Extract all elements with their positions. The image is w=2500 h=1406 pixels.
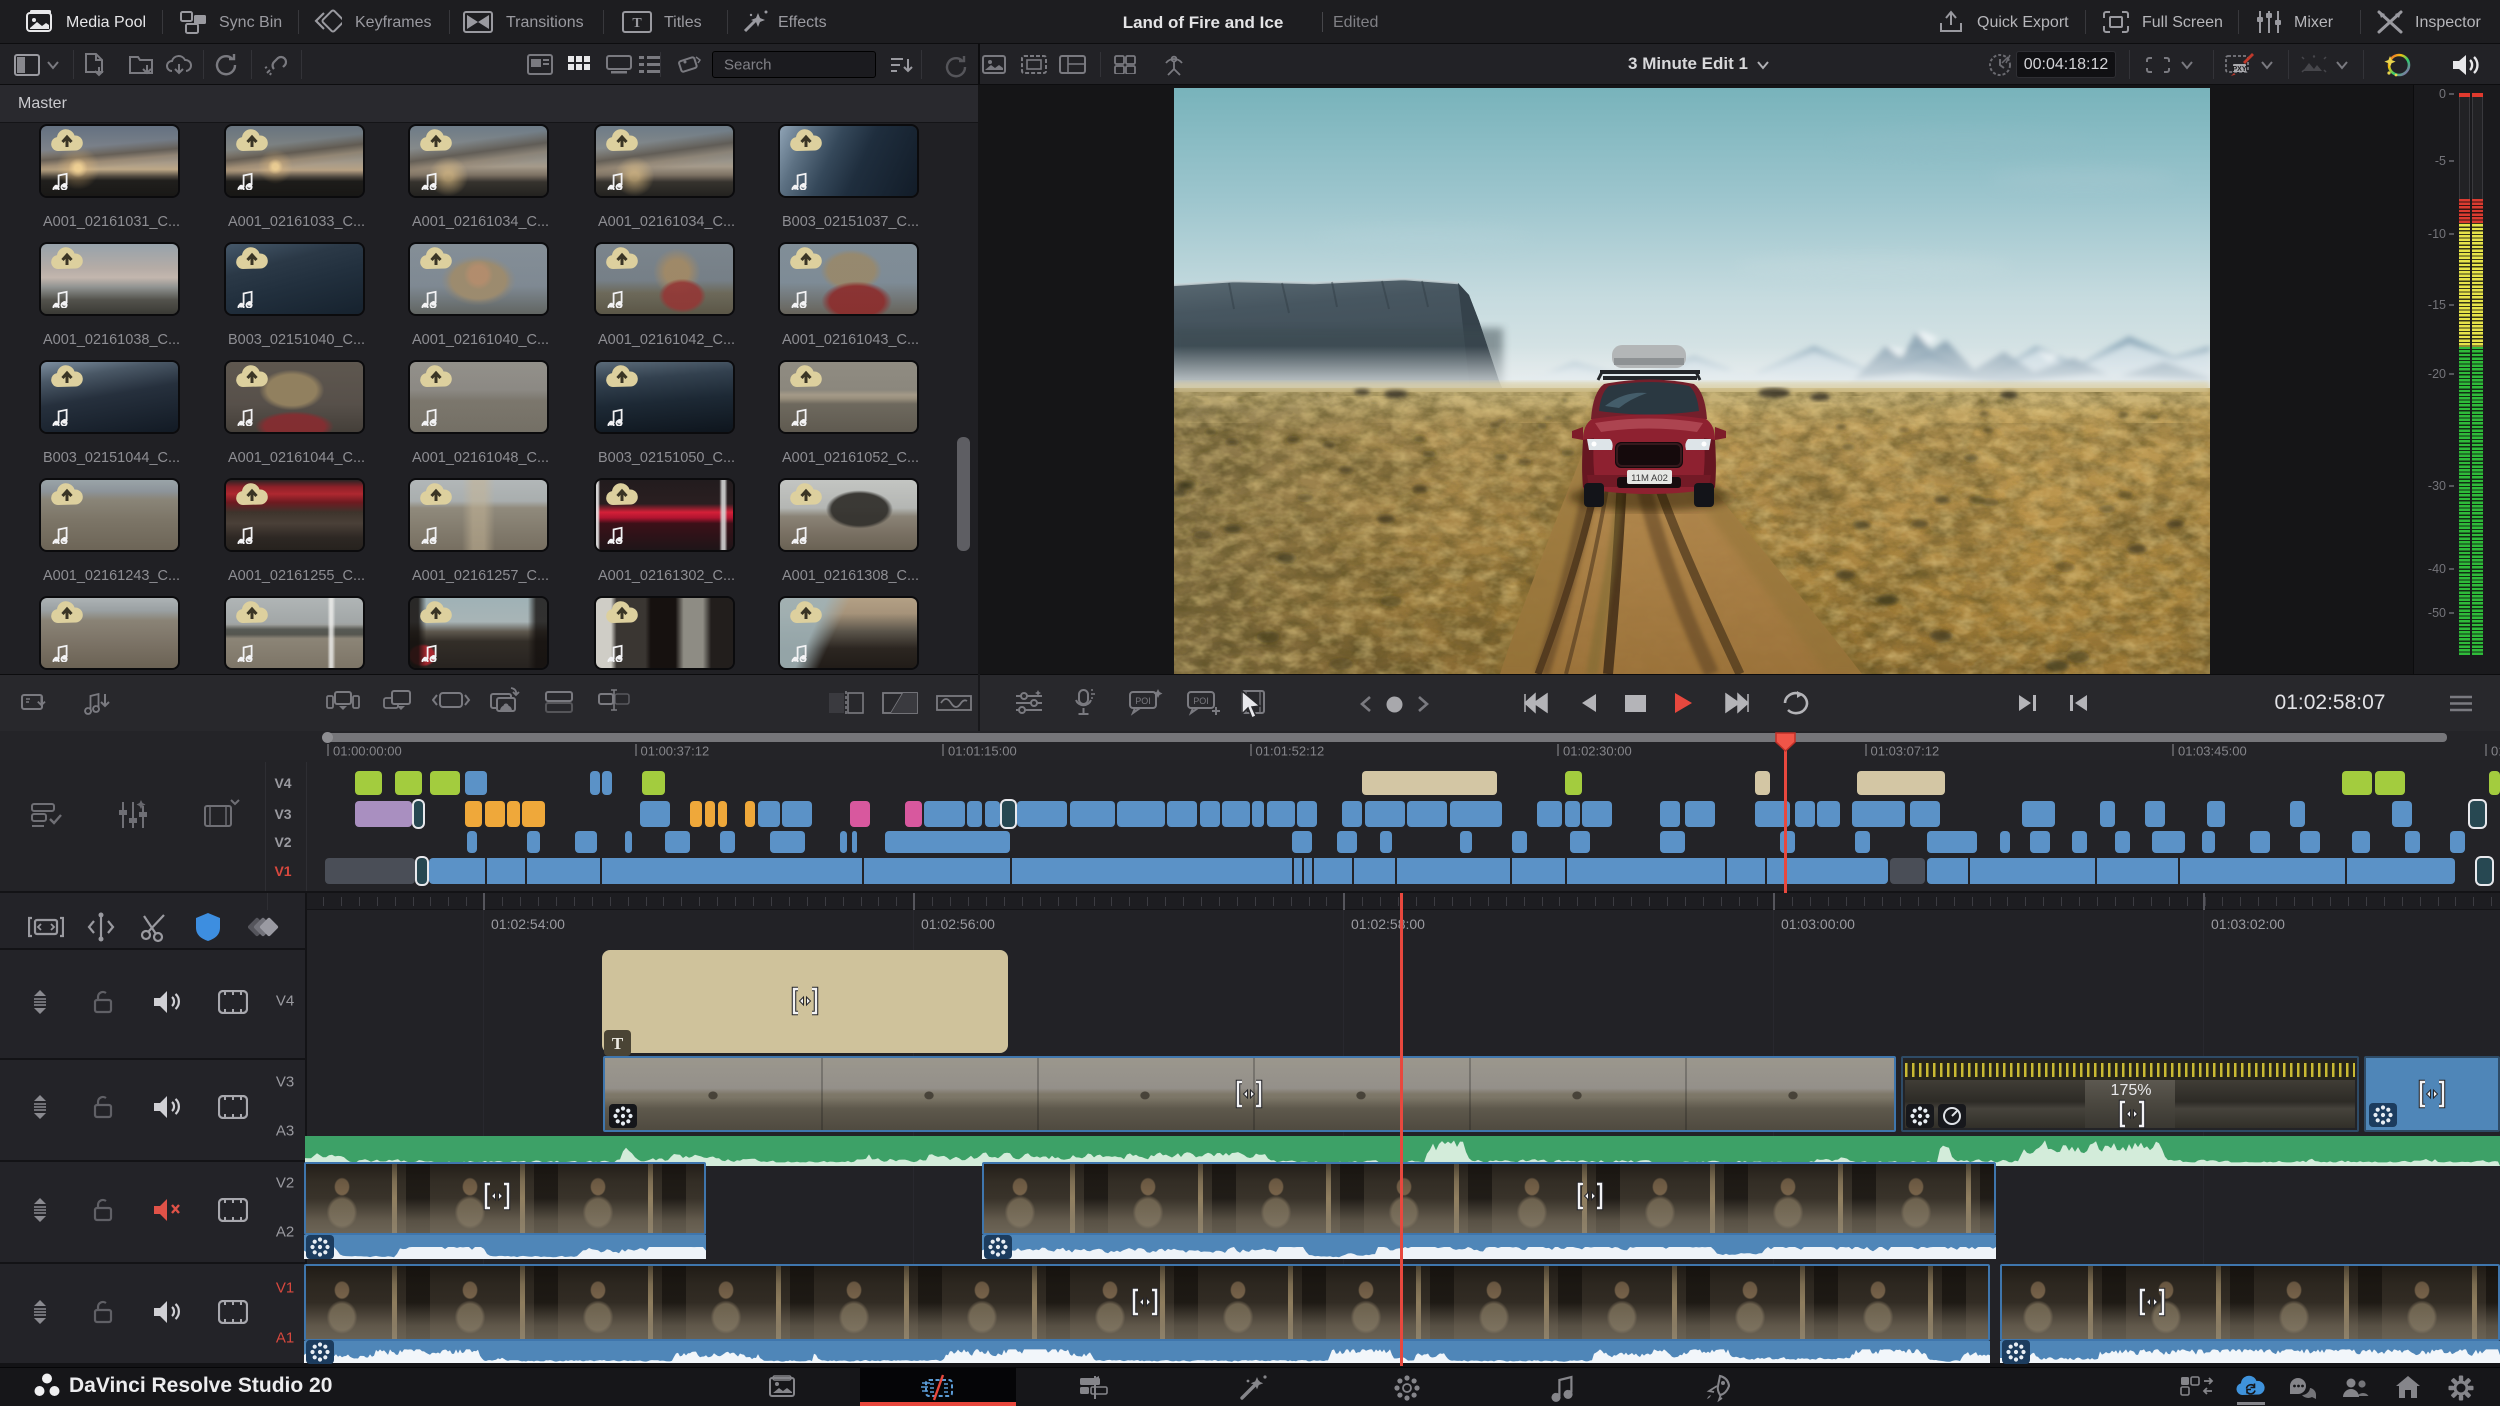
svg-text:11M A02: 11M A02 xyxy=(1631,473,1668,484)
svg-text:PXY: PXY xyxy=(2232,66,2246,73)
svg-text:T: T xyxy=(632,16,642,31)
svg-text:POI: POI xyxy=(1193,696,1209,706)
svg-text:T: T xyxy=(612,1034,624,1053)
svg-text:POI: POI xyxy=(1135,696,1151,706)
